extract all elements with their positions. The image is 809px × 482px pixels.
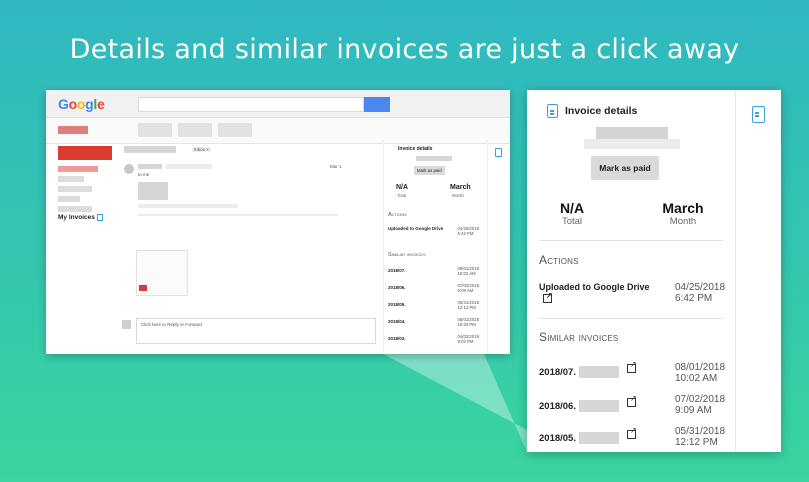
mini-mark-paid-button[interactable]: Mark as paid: [414, 166, 445, 175]
document-icon[interactable]: [752, 106, 765, 123]
pdf-icon: [139, 285, 147, 291]
sidebar-item[interactable]: [58, 176, 84, 182]
similar-invoice-name[interactable]: 2018/05.: [539, 433, 576, 444]
similar-invoice-date: 05/31/2018 12:12 PM: [675, 426, 726, 448]
total-value: N/A: [559, 200, 585, 216]
similar-invoice-date: 08/01/2018 10:02 AM: [675, 362, 726, 384]
divider: [539, 240, 723, 241]
mail-label[interactable]: [58, 126, 88, 134]
invoice-name-redacted: [579, 400, 619, 412]
mini-total-label: Total: [397, 193, 407, 198]
headline: Details and similar invoices are just a …: [69, 34, 740, 65]
gmail-search-input[interactable]: [138, 97, 364, 112]
gmail-topbar: Google: [46, 90, 510, 118]
sidebar-item[interactable]: [58, 196, 80, 202]
attachment-thumbnail[interactable]: [136, 250, 188, 296]
invoice-name-redacted: [579, 366, 619, 378]
divider: [138, 214, 338, 216]
invoice-details-panel: Invoice details Mark as paid N/A Total M…: [527, 90, 781, 452]
sidebar-item-inbox[interactable]: [58, 166, 98, 172]
mini-similar-date: 05/31/2018 12:12 PM: [457, 300, 479, 310]
gmail-window: Google My Invoices Inbox × to me Mar 1 C…: [46, 90, 510, 354]
external-link-icon[interactable]: [627, 426, 637, 439]
mail-date: Mar 1: [330, 164, 342, 169]
mini-similar-date: 08/01/2018 10:02 AM: [457, 266, 479, 276]
sidebar-item-my-invoices[interactable]: My Invoices: [58, 214, 103, 221]
panel-title: Invoice details: [565, 105, 638, 117]
mini-similar-heading: Similar invoices: [388, 252, 426, 258]
reply-box[interactable]: Click here to Reply or Forward: [136, 318, 376, 344]
sidebar-item[interactable]: [58, 206, 92, 212]
mini-invoice-panel: Invoice details Mark as paid N/A Total M…: [383, 140, 487, 354]
external-link-icon[interactable]: [543, 290, 553, 304]
addon-rail: [736, 90, 781, 452]
vendor-detail-redacted: [584, 139, 680, 149]
action-name: Uploaded to Google Drive: [539, 282, 650, 292]
to-me-label: to me: [138, 172, 150, 177]
mini-month-value: March: [450, 184, 471, 191]
divider: [539, 318, 723, 319]
mini-similar-date: 05/01/2018 10:33 PM: [457, 317, 479, 327]
mark-as-paid-button[interactable]: Mark as paid: [591, 156, 659, 180]
action-date: 04/25/2018 6:42 PM: [675, 282, 726, 304]
mail-body-line: [138, 204, 238, 208]
document-icon: [547, 104, 558, 118]
vendor-name-redacted: [596, 127, 668, 139]
gmail-search-button[interactable]: [364, 97, 390, 112]
mini-total-value: N/A: [396, 184, 409, 191]
invoice-name-redacted: [579, 432, 619, 444]
sender-avatar: [124, 164, 134, 174]
similar-invoice-name[interactable]: 2018/06.: [539, 401, 576, 412]
sender-email: [166, 164, 212, 169]
similar-invoice-date: 07/02/2018 9:09 AM: [675, 394, 726, 416]
mail-body-block: [138, 182, 168, 200]
document-icon: [96, 214, 103, 221]
action-item[interactable]: Uploaded to Google Drive: [539, 282, 665, 304]
month-label: Month: [669, 216, 697, 227]
external-link-icon[interactable]: [627, 394, 637, 407]
google-logo: Google: [58, 96, 105, 112]
mini-addon-rail: [487, 140, 510, 354]
actions-heading: Actions: [539, 253, 579, 267]
toolbar-button-2[interactable]: [178, 123, 212, 137]
toolbar-button-3[interactable]: [218, 123, 252, 137]
mail-subject: [124, 146, 176, 153]
document-icon[interactable]: [495, 148, 502, 157]
mini-similar-date: 04/02/2018 9:02 PM: [457, 334, 479, 344]
mini-action-date: 04/25/2018 6:42 PM: [457, 226, 479, 236]
mail-view: Inbox × to me Mar 1 Click here to Reply …: [120, 146, 382, 354]
toolbar-button-1[interactable]: [138, 123, 172, 137]
sidebar-item[interactable]: [58, 186, 92, 192]
sender-name: [138, 164, 162, 169]
mini-similar-date: 07/02/2018 9:09 AM: [457, 283, 479, 293]
month-value: March: [662, 200, 704, 216]
reply-avatar: [122, 320, 131, 329]
external-link-icon[interactable]: [627, 360, 637, 373]
similar-invoice-name[interactable]: 2018/07.: [539, 367, 576, 378]
total-label: Total: [561, 216, 583, 227]
invoice-details-main: Invoice details Mark as paid N/A Total M…: [527, 90, 736, 452]
mini-month-label: Month: [452, 193, 464, 198]
mini-vendor-name: [416, 156, 452, 161]
my-invoices-label: My Invoices: [58, 214, 95, 222]
inbox-tag[interactable]: Inbox ×: [192, 147, 211, 152]
compose-button[interactable]: [58, 146, 112, 160]
mini-panel-title: Invoice details: [398, 146, 433, 152]
similar-invoices-heading: Similar invoices: [539, 330, 619, 344]
mini-actions-heading: Actions: [388, 212, 407, 218]
